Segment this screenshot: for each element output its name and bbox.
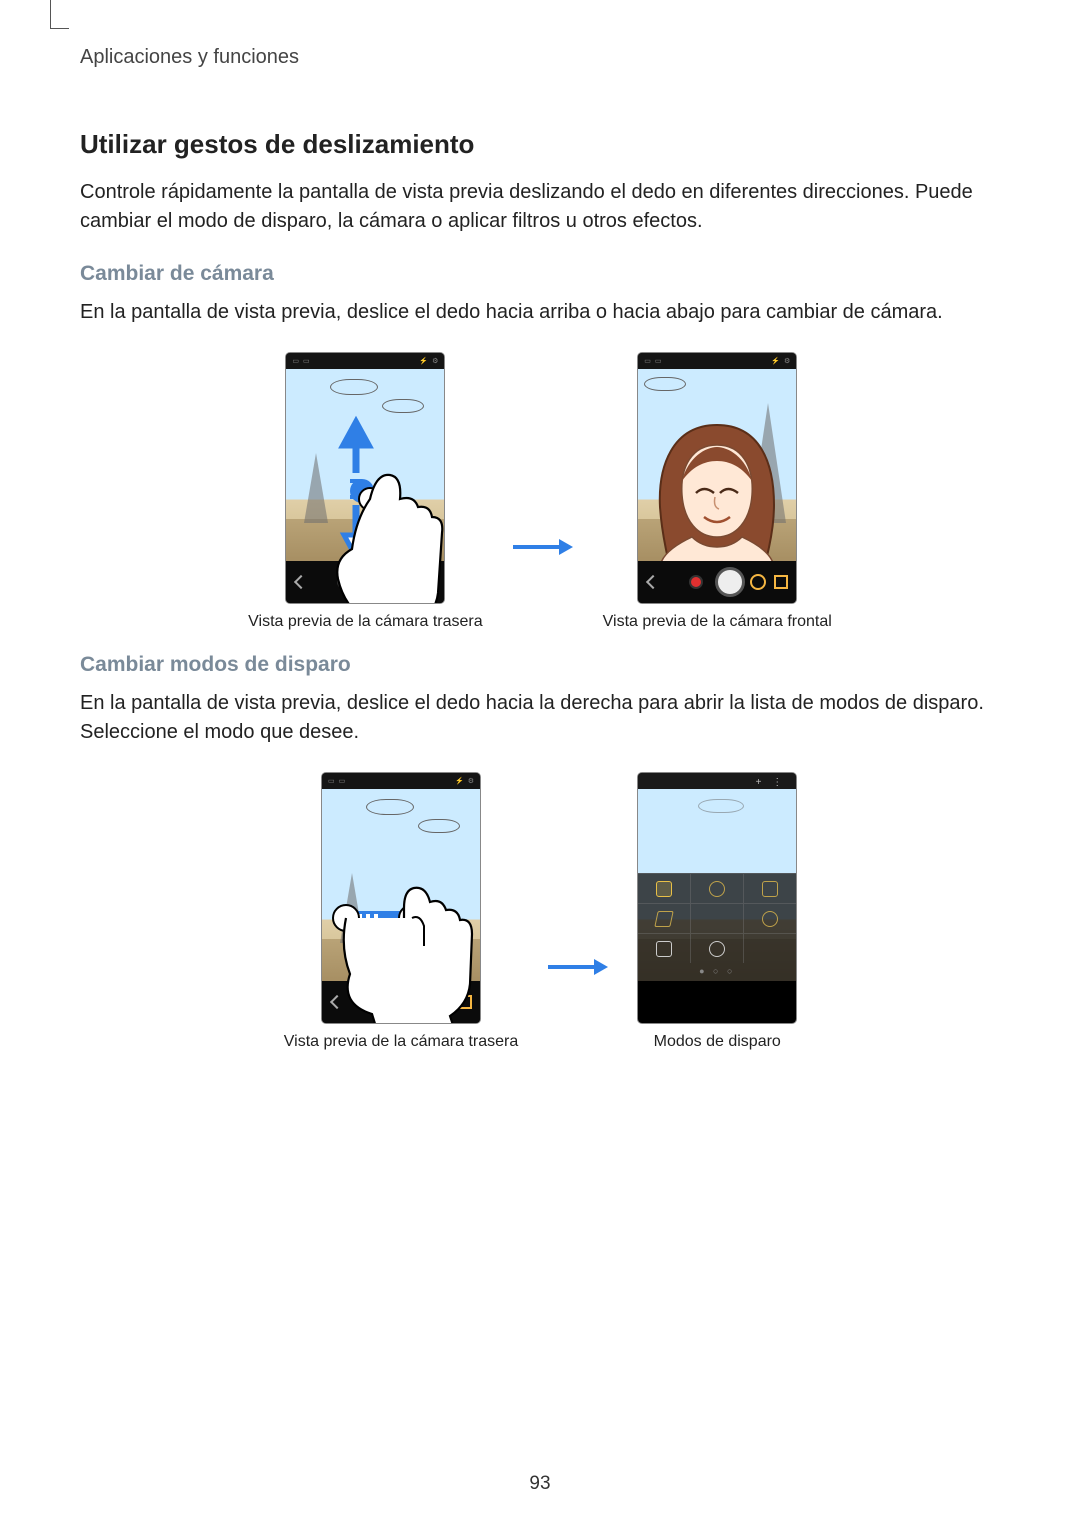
sub2-paragraph: En la pantalla de vista previa, deslice … (80, 689, 1000, 747)
cloud-decoration (644, 377, 686, 391)
mode-icon (398, 574, 414, 590)
add-icon: + ⋮ (756, 777, 787, 788)
shooting-modes-panel: ● ○ ○ (638, 873, 796, 981)
phone-topbar: + ⋮ (638, 773, 796, 789)
mode-icon (709, 881, 725, 897)
mode-icon (762, 881, 778, 897)
mode-icon (774, 575, 788, 589)
shutter-button-icon (715, 567, 745, 597)
camera-viewport (322, 789, 480, 981)
topbar-icon: ▭ (644, 357, 651, 365)
shutter-button-icon (399, 987, 429, 1017)
flash-icon: ⚡ (771, 357, 780, 365)
sub-title-switch-modes: Cambiar modos de disparo (80, 653, 1000, 677)
mode-icon (434, 994, 450, 1010)
record-button-icon (373, 995, 387, 1009)
tower-decoration (304, 453, 328, 523)
mode-icon (422, 575, 436, 589)
camera-viewport-dimmed: ● ○ ○ (638, 789, 796, 981)
camera-bottom-bar (638, 561, 796, 603)
phone-topbar: ▭ ▭ ⚡ ⚙ (286, 353, 444, 369)
phone-topbar: ▭ ▭ ⚡ ⚙ (638, 353, 796, 369)
cloud-decoration (366, 799, 414, 815)
page-number: 93 (0, 1473, 1080, 1495)
shutter-button-icon (363, 567, 393, 597)
flash-icon: ⚡ (419, 357, 428, 365)
mode-icon (656, 941, 672, 957)
flash-icon: ⚡ (455, 777, 464, 785)
camera-bottom-bar (322, 981, 480, 1023)
breadcrumb: Aplicaciones y funciones (80, 46, 1000, 69)
figure-caption: Modos de disparo (654, 1033, 781, 1051)
back-icon (330, 995, 344, 1009)
figure-row-2: ▭ ▭ ⚡ ⚙ (80, 773, 1000, 1051)
figure-caption: Vista previa de la cámara frontal (603, 613, 832, 631)
selfie-face-illustration (652, 417, 782, 561)
phone-mockup-rear: ▭ ▭ ⚡ ⚙ (322, 773, 480, 1023)
figure-1-right: ▭ ▭ ⚡ ⚙ (603, 353, 832, 631)
topbar-icon: ▭ (328, 777, 335, 785)
section-title: Utilizar gestos de deslizamiento (80, 129, 1000, 160)
cloud-decoration (418, 819, 460, 833)
mode-icon (709, 941, 725, 957)
phone-mockup-modes: + ⋮ (638, 773, 796, 1023)
topbar-icon: ▭ (303, 357, 310, 365)
figure-caption: Vista previa de la cámara trasera (248, 613, 482, 631)
settings-icon: ⚙ (784, 357, 790, 365)
sub-title-switch-camera: Cambiar de cámara (80, 262, 1000, 286)
figure-2-left: ▭ ▭ ⚡ ⚙ (284, 773, 518, 1051)
topbar-icon: ▭ (292, 357, 299, 365)
figure-row-1: ▭ ▭ ⚡ ⚙ (80, 353, 1000, 631)
phone-mockup-front: ▭ ▭ ⚡ ⚙ (638, 353, 796, 603)
back-icon (294, 575, 308, 589)
back-icon (646, 575, 660, 589)
camera-viewport-selfie (638, 369, 796, 561)
record-button-icon (337, 575, 351, 589)
topbar-icon: ▭ (339, 777, 346, 785)
record-button-icon (689, 575, 703, 589)
settings-icon: ⚙ (432, 357, 438, 365)
figure-2-right: + ⋮ (638, 773, 796, 1051)
settings-icon: ⚙ (468, 777, 474, 785)
corner-rule-decoration (50, 0, 69, 29)
cloud-decoration (330, 379, 378, 395)
camera-viewport (286, 369, 444, 561)
cloud-decoration (382, 399, 424, 413)
phone-mockup-rear: ▭ ▭ ⚡ ⚙ (286, 353, 444, 603)
mode-icon (458, 995, 472, 1009)
topbar-icon: ▭ (655, 357, 662, 365)
mode-icon (655, 911, 674, 927)
pagination-dots-icon: ● ○ ○ (638, 963, 796, 981)
manual-page: Aplicaciones y funciones Utilizar gestos… (0, 0, 1080, 1527)
figure-caption: Vista previa de la cámara trasera (284, 1033, 518, 1051)
mode-icon (750, 574, 766, 590)
tower-decoration (340, 873, 364, 943)
transition-arrow-icon (511, 535, 575, 559)
mode-icon (762, 911, 778, 927)
figure-1-left: ▭ ▭ ⚡ ⚙ (248, 353, 482, 631)
camera-bottom-bar (286, 561, 444, 603)
sub1-paragraph: En la pantalla de vista previa, deslice … (80, 298, 1000, 327)
mode-icon (656, 881, 672, 897)
cloud-decoration (698, 799, 744, 813)
intro-paragraph: Controle rápidamente la pantalla de vist… (80, 178, 1000, 236)
transition-arrow-icon (546, 955, 610, 979)
phone-topbar: ▭ ▭ ⚡ ⚙ (322, 773, 480, 789)
